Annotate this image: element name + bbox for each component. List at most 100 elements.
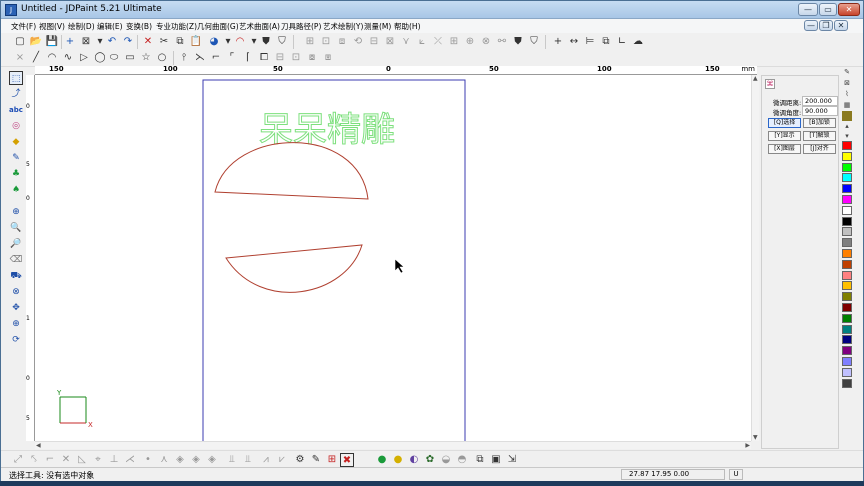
scroll-right-icon[interactable]: ▶: [745, 442, 750, 449]
snap-point-icon[interactable]: •: [141, 453, 155, 467]
move-icon[interactable]: ⌘: [765, 79, 775, 89]
mdi-minimize-button[interactable]: —: [804, 20, 818, 31]
measure-height-icon[interactable]: ⊨: [583, 35, 597, 49]
drawing-canvas[interactable]: 呆呆精雕 Y X: [35, 75, 751, 441]
light-icon[interactable]: ●: [375, 453, 389, 467]
align-button[interactable]: [J]对齐: [803, 144, 836, 154]
shield-icon[interactable]: ⛊: [259, 35, 273, 49]
color-swatch[interactable]: [842, 303, 852, 312]
snap-mirror2-icon[interactable]: ⩗: [275, 453, 289, 467]
color-swatch[interactable]: [842, 227, 852, 237]
lower-half-ellipse-shape[interactable]: [225, 244, 363, 293]
rotate-icon[interactable]: ⟲: [351, 35, 365, 49]
snap-diamond3-icon[interactable]: ◈: [205, 453, 219, 467]
no-color-icon[interactable]: ⊠: [842, 78, 852, 88]
menu-view[interactable]: 视图(V): [39, 21, 65, 32]
horizontal-scrollbar[interactable]: ◀ ▶: [35, 441, 751, 449]
new-file-icon[interactable]: ▢: [13, 35, 27, 49]
grid-icon[interactable]: ⊞: [447, 35, 461, 49]
pen-tool-icon[interactable]: ✎: [9, 151, 23, 165]
color-swatch[interactable]: [842, 205, 852, 215]
redo-icon[interactable]: ↷: [121, 35, 135, 49]
menu-edit[interactable]: 编辑(E): [97, 21, 123, 32]
material-icon[interactable]: ✿: [423, 453, 437, 467]
color-swatch[interactable]: [842, 292, 852, 302]
color-swatch[interactable]: [842, 259, 852, 269]
scroll-up-icon[interactable]: ▴: [842, 121, 852, 131]
render-mode-icon[interactable]: ◓: [455, 453, 469, 467]
bridge-icon[interactable]: ⊟: [273, 51, 287, 65]
color-swatch[interactable]: [842, 173, 852, 183]
group-icon[interactable]: ⊠: [383, 35, 397, 49]
zoom-in-icon[interactable]: 🔍: [9, 221, 23, 235]
scroll-up-icon[interactable]: ▲: [753, 75, 758, 82]
color-swatch[interactable]: [842, 324, 852, 334]
export-icon[interactable]: ⇲: [505, 453, 519, 467]
fillet-icon[interactable]: ⌜: [225, 51, 239, 65]
snap-tangent-icon[interactable]: ⊥: [107, 453, 121, 467]
scroll-down-icon[interactable]: ▼: [753, 434, 758, 441]
cancel-icon[interactable]: ✖: [340, 453, 354, 467]
art-text[interactable]: 呆呆精雕: [259, 110, 396, 151]
offset-icon[interactable]: ⧠: [257, 51, 271, 65]
select-box-icon[interactable]: ⊠: [79, 35, 93, 49]
color-swatch[interactable]: [842, 195, 852, 204]
view-3d-icon[interactable]: ⛟: [9, 269, 23, 283]
add-point-icon[interactable]: +: [551, 35, 565, 49]
zoom-out-icon[interactable]: 🔎: [9, 237, 23, 251]
smooth-icon[interactable]: ⧇: [305, 51, 319, 65]
menu-draw[interactable]: 绘制(D): [68, 21, 95, 32]
node-icon[interactable]: ⋎: [399, 35, 413, 49]
snap-end-icon[interactable]: ⤣: [27, 453, 41, 467]
bulb-icon[interactable]: ●: [391, 453, 405, 467]
bell-tool-icon[interactable]: ♣: [9, 167, 23, 181]
snap-perp-icon[interactable]: ⌐: [43, 453, 57, 467]
snap-plane-icon[interactable]: ⫫: [225, 453, 239, 467]
open-file-icon[interactable]: 📂: [29, 35, 43, 49]
bevel-icon[interactable]: ⟀: [415, 35, 429, 49]
badge-dark-icon[interactable]: ⛉: [527, 35, 541, 49]
grid-toggle-icon[interactable]: ⊞: [325, 453, 339, 467]
edit-icon[interactable]: ✎: [309, 453, 323, 467]
shade-icon[interactable]: ◐: [407, 453, 421, 467]
split-icon[interactable]: ⊗: [479, 35, 493, 49]
arc-icon[interactable]: ◠: [45, 51, 59, 65]
join-icon[interactable]: ⧆: [321, 51, 335, 65]
line-icon[interactable]: ╱: [29, 51, 43, 65]
menu-transform[interactable]: 变换(B): [126, 21, 152, 32]
circle-outline-icon[interactable]: ○: [155, 51, 169, 65]
circle-icon[interactable]: ◯: [93, 51, 107, 65]
snap-plane2-icon[interactable]: ⫫: [241, 453, 255, 467]
pan-icon[interactable]: ✥: [9, 301, 23, 315]
color-swatch[interactable]: [842, 367, 852, 377]
shield-dark-icon[interactable]: ⛉: [275, 35, 289, 49]
bounding-box-icon[interactable]: ⧉: [599, 35, 613, 49]
zoom-fit-icon[interactable]: ⊗: [9, 285, 23, 299]
nudge-angle-input[interactable]: 90.000: [802, 106, 838, 116]
menu-file[interactable]: 文件(F): [11, 21, 36, 32]
color-swatch[interactable]: [842, 357, 852, 366]
star-icon[interactable]: ☆: [139, 51, 153, 65]
select-tool-icon[interactable]: ⬚: [9, 71, 23, 85]
upper-half-ellipse-shape[interactable]: [214, 142, 369, 200]
nudge-distance-input[interactable]: 200.000: [802, 96, 838, 106]
mdi-close-button[interactable]: ✕: [834, 20, 848, 31]
snap-mirror-icon[interactable]: ⩘: [259, 453, 273, 467]
dropper-icon[interactable]: ⌇: [842, 89, 852, 99]
align-icon[interactable]: ⊞: [303, 35, 317, 49]
color-swatch[interactable]: [842, 249, 852, 258]
circle-tool-icon[interactable]: ◎: [9, 119, 23, 133]
cloud-icon[interactable]: ☁: [631, 35, 645, 49]
point-icon[interactable]: ×: [13, 51, 27, 65]
close-button[interactable]: ✕: [838, 3, 860, 16]
snap-diamond-icon[interactable]: ◈: [173, 453, 187, 467]
node-edit-icon[interactable]: ⊡: [289, 51, 303, 65]
triangle-icon[interactable]: ▷: [77, 51, 91, 65]
fill-icon[interactable]: ▦: [842, 100, 852, 110]
refresh-icon[interactable]: ⟳: [9, 333, 23, 347]
zoom-icon[interactable]: ⊕: [9, 317, 23, 331]
trim-icon[interactable]: ⫯: [177, 51, 191, 65]
swatch-olive-icon[interactable]: [842, 111, 852, 121]
color-swatch[interactable]: [842, 281, 852, 291]
measure-width-icon[interactable]: ↔: [567, 35, 581, 49]
